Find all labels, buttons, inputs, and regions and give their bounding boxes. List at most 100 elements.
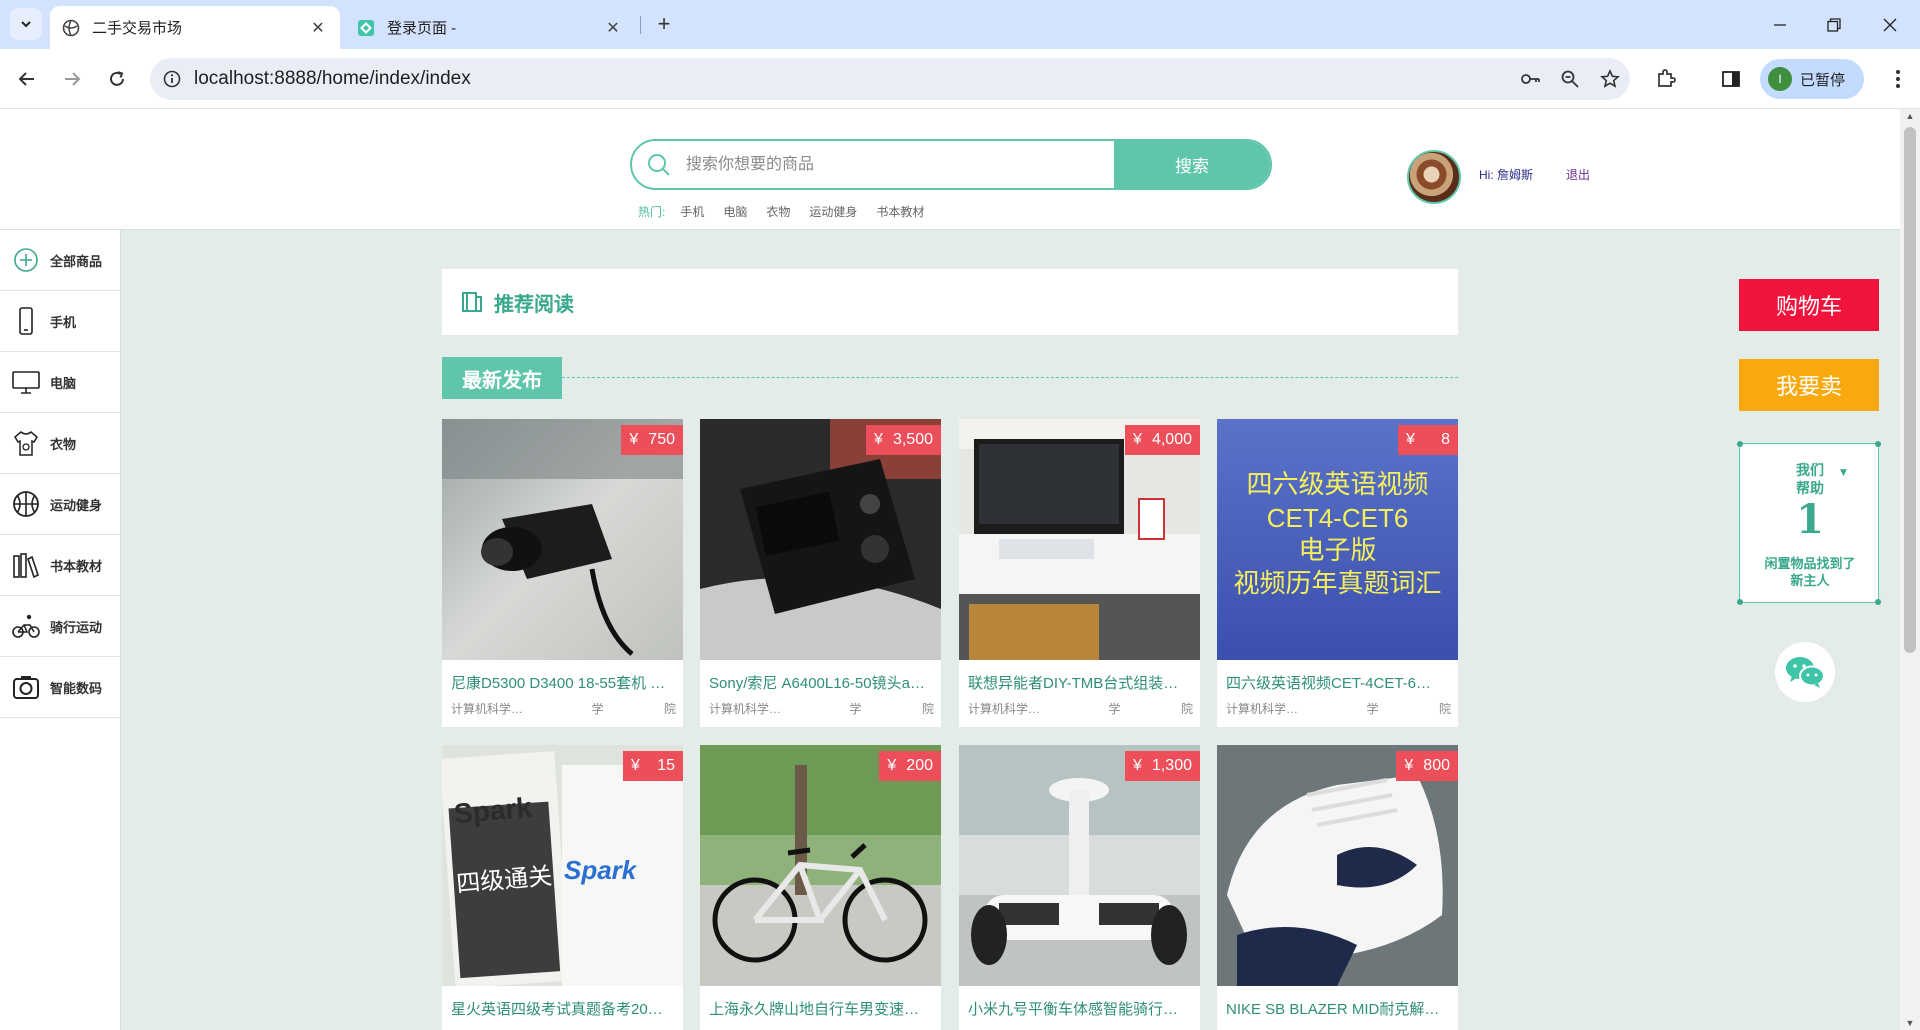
product-name[interactable]: 星火英语四级考试真题备考20… [451, 998, 676, 1019]
new-tab-button[interactable]: + [650, 10, 678, 38]
browser-tab-active[interactable]: 二手交易市场 ✕ [50, 6, 340, 49]
reload-button[interactable] [101, 63, 133, 95]
product-image-cet[interactable]: 四六级英语视频 CET4-CET6 电子版 视频历年真题词汇 [1217, 419, 1458, 660]
product-name[interactable]: 上海永久牌山地自行车男变速… [709, 998, 934, 1019]
product-image-spark-book[interactable]: Spark 四级通关 Spark [442, 745, 683, 986]
help-title-line: 我们 [1796, 463, 1824, 479]
page-scrollbar[interactable]: ▲ ▼ [1900, 109, 1920, 1030]
sidebar-item-computer[interactable]: 电脑 [0, 352, 120, 413]
scroll-up-icon[interactable]: ▲ [1905, 111, 1915, 121]
cet-line: 电子版 [1298, 536, 1377, 566]
price-value: 1,300 [1151, 757, 1192, 774]
close-tab-icon[interactable]: ✕ [308, 18, 328, 38]
browser-tab[interactable]: 登录页面 - ✕ [345, 6, 635, 49]
scroll-down-icon[interactable]: ▼ [1905, 1018, 1915, 1028]
hot-tag-computer[interactable]: 电脑 [723, 203, 747, 220]
minimize-icon[interactable] [1752, 0, 1808, 49]
back-button[interactable] [11, 63, 43, 95]
cet-image-text: 四六级英语视频 CET4-CET6 电子版 视频历年真题词汇 [1217, 469, 1458, 601]
bookmark-star-icon[interactable] [1590, 59, 1630, 99]
forward-button[interactable] [56, 63, 88, 95]
scrollbar-thumb[interactable] [1904, 127, 1916, 653]
price-value: 15 [657, 757, 675, 774]
globe-icon [62, 19, 80, 37]
product-name[interactable]: 四六级英语视频CET-4CET-6… [1226, 672, 1451, 693]
product-dept: 院 [663, 702, 676, 716]
hot-tag-textbooks[interactable]: 书本教材 [876, 203, 924, 220]
product-name[interactable]: 小米九号平衡车体感智能骑行… [968, 998, 1193, 1019]
product-card[interactable]: ¥1,300 小米九号平衡车体感智能骑行… [959, 745, 1200, 1030]
sidebar-item-digital[interactable]: 智能数码 [0, 657, 120, 718]
price-badge: ¥4,000 [1125, 425, 1200, 455]
page-viewport: 搜索 热门: 手机 电脑 衣物 运动健身 书本教材 Hi: 詹姆斯 退出 全部商… [0, 109, 1900, 1030]
product-name[interactable]: NIKE SB BLAZER MID耐克解… [1226, 998, 1451, 1019]
browser-tab-strip: 二手交易市场 ✕ 登录页面 - ✕ + [0, 0, 1920, 49]
profile-button[interactable]: I 已暂停 [1760, 59, 1864, 99]
tab-title: 登录页面 - [387, 20, 457, 37]
sidebar-item-phone[interactable]: 手机 [0, 291, 120, 352]
help-desc-line: 新主人 [1790, 574, 1830, 589]
product-dept: 院 [921, 702, 934, 716]
key-icon[interactable] [1510, 59, 1550, 99]
product-name[interactable]: Sony/索尼 A6400L16-50镜头a… [709, 672, 934, 693]
logout-link[interactable]: 退出 [1566, 166, 1590, 183]
product-image-desktop[interactable] [959, 419, 1200, 660]
product-card[interactable]: ¥800 NIKE SB BLAZER MID耐克解… [1217, 745, 1458, 1030]
address-bar[interactable]: localhost:8888/home/index/index [150, 58, 1630, 100]
product-card[interactable]: 四六级英语视频 CET4-CET6 电子版 视频历年真题词汇 ¥8 四六级英语视… [1217, 419, 1458, 727]
product-card[interactable]: ¥3,500 Sony/索尼 A6400L16-50镜头a… 计算机科学… 学 院 [700, 419, 941, 727]
zoom-icon[interactable] [1550, 59, 1590, 99]
user-greeting[interactable]: Hi: 詹姆斯 [1479, 166, 1533, 183]
search-input[interactable] [686, 141, 1114, 188]
extensions-button[interactable] [1650, 63, 1682, 95]
product-image-camera[interactable] [442, 419, 683, 660]
recommend-section[interactable]: 推荐阅读 [442, 269, 1458, 335]
user-avatar[interactable] [1407, 150, 1461, 204]
hot-tag-fitness[interactable]: 运动健身 [809, 203, 857, 220]
product-grade: 学 [849, 702, 862, 716]
sidebar-item-clothes[interactable]: 衣物 [0, 413, 120, 474]
product-image-sony[interactable] [700, 419, 941, 660]
recommend-title: 推荐阅读 [494, 291, 574, 316]
spark-logo: Spark [564, 855, 637, 885]
help-title: 我们 帮助 [1740, 462, 1880, 498]
monitor-icon [12, 368, 40, 396]
sidebar-item-fitness[interactable]: 运动健身 [0, 474, 120, 535]
product-card[interactable]: ¥200 上海永久牌山地自行车男变速… [700, 745, 941, 1030]
side-panel-button[interactable] [1715, 63, 1747, 95]
hot-tag-clothes[interactable]: 衣物 [766, 203, 790, 220]
help-stats-box: 我们 帮助 ▼ 1 闲置物品找到了 新主人 [1737, 441, 1881, 605]
tab-search-button[interactable] [10, 8, 42, 40]
cet-line: CET4-CET6 [1266, 503, 1409, 533]
sidebar-item-all[interactable]: 全部商品 [0, 230, 120, 291]
cyclist-icon [12, 612, 40, 640]
cart-button[interactable]: 购物车 [1739, 279, 1879, 331]
wechat-button[interactable] [1775, 642, 1835, 702]
product-meta: 计算机科学… 学 院 [451, 700, 676, 717]
product-name[interactable]: 联想异能者DIY-TMB台式组装… [968, 672, 1193, 693]
wechat-icon [1786, 657, 1825, 688]
product-card[interactable]: ¥750 尼康D5300 D3400 18-55套机 … 计算机科学… 学 院 [442, 419, 683, 727]
sidebar-item-label: 全部商品 [50, 253, 103, 269]
site-info-icon[interactable] [150, 70, 194, 88]
product-image-bicycle[interactable] [700, 745, 941, 986]
product-card[interactable]: Spark 四级通关 Spark ¥15 星火英语四级考试真题备考20… [442, 745, 683, 1030]
newest-title: 最新发布 [442, 357, 562, 399]
product-image-sneakers[interactable] [1217, 745, 1458, 986]
sidebar-item-textbooks[interactable]: 书本教材 [0, 535, 120, 596]
close-window-icon[interactable] [1862, 0, 1918, 49]
hot-tag-phone[interactable]: 手机 [680, 203, 704, 220]
sell-button[interactable]: 我要卖 [1739, 359, 1879, 411]
browser-menu-button[interactable] [1882, 63, 1914, 95]
corner-dot [1875, 441, 1881, 447]
sidebar-item-cycling[interactable]: 骑行运动 [0, 596, 120, 657]
search-button[interactable]: 搜索 [1114, 141, 1270, 188]
product-name[interactable]: 尼康D5300 D3400 18-55套机 … [451, 672, 676, 693]
product-card[interactable]: ¥4,000 联想异能者DIY-TMB台式组装… 计算机科学… 学 院 [959, 419, 1200, 727]
close-tab-icon[interactable]: ✕ [603, 18, 623, 38]
profile-avatar: I [1768, 67, 1792, 91]
product-image-balance-scooter[interactable] [959, 745, 1200, 986]
product-college: 计算机科学… [451, 702, 524, 716]
restore-icon[interactable] [1806, 0, 1862, 49]
spark-logo: Spark [452, 791, 533, 830]
